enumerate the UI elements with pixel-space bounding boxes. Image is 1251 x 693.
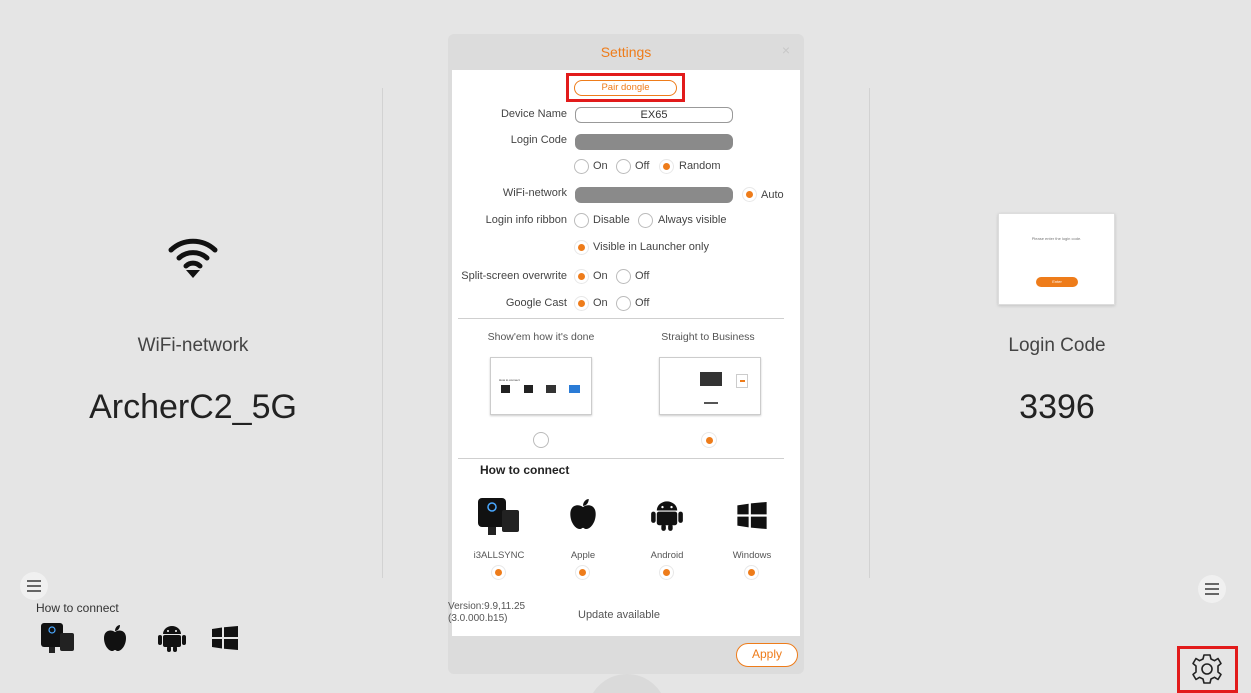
login-code-off-radio[interactable] <box>616 159 631 174</box>
apple-radio[interactable] <box>575 565 590 580</box>
wifi-network-input[interactable] <box>575 187 733 203</box>
divider-1 <box>458 318 784 319</box>
preview-left-radio[interactable] <box>533 432 549 448</box>
preview-left-title: Show'em how it's done <box>487 331 595 343</box>
cast-on-label: On <box>593 297 608 309</box>
how-to-connect-title: How to connect <box>480 463 570 477</box>
ribbon-launcher-radio[interactable] <box>574 240 589 255</box>
bottom-drawer-handle[interactable] <box>587 674 667 693</box>
preview-right-radio[interactable] <box>701 432 717 448</box>
left-menu-button[interactable] <box>20 572 48 600</box>
right-menu-button[interactable] <box>1198 575 1226 603</box>
wifi-icon <box>168 236 218 285</box>
login-screen-thumbnail: Please enter the login code. Enter <box>998 213 1115 305</box>
wifi-network-label: WiFi-network <box>137 335 249 356</box>
split-off-radio[interactable] <box>616 269 631 284</box>
split-on-label: On <box>593 270 608 282</box>
apply-button[interactable]: Apply <box>736 643 798 667</box>
android-radio[interactable] <box>659 565 674 580</box>
login-thumb-prompt: Please enter the login code. <box>1031 236 1082 241</box>
login-code-off-label: Off <box>635 160 650 172</box>
login-code-on-radio[interactable] <box>574 159 589 174</box>
device-name-label: Device Name <box>500 108 567 120</box>
wifi-setting-label: WiFi-network <box>502 187 567 199</box>
cast-off-label: Off <box>635 297 650 309</box>
left-divider <box>382 88 383 578</box>
cast-on-radio[interactable] <box>574 296 589 311</box>
preview-left-thumbnail[interactable]: How to connect <box>490 357 592 415</box>
ribbon-always-radio[interactable] <box>638 213 653 228</box>
login-code-value: 3396 <box>1019 388 1095 426</box>
pair-dongle-button[interactable]: Pair dongle <box>574 80 677 96</box>
ribbon-disable-radio[interactable] <box>574 213 589 228</box>
wifi-network-value: ArcherC2_5G <box>89 388 297 426</box>
right-divider <box>869 88 870 578</box>
login-thumb-enter-button: Enter <box>1036 277 1078 287</box>
login-code-random-label: Random <box>679 160 721 172</box>
version-line-1: Version:9.9,11.25 <box>448 601 526 612</box>
update-available-text[interactable]: Update available <box>578 609 660 621</box>
windows-radio[interactable] <box>744 565 759 580</box>
login-code-on-label: On <box>593 160 608 172</box>
ribbon-launcher-label: Visible in Launcher only <box>593 241 709 253</box>
android-option-icon[interactable] <box>650 497 684 538</box>
i3allsync-label: i3ALLSYNC <box>473 550 525 561</box>
cast-off-radio[interactable] <box>616 296 631 311</box>
preview-right-title: Straight to Business <box>661 331 755 343</box>
windows-label: Windows <box>732 550 772 561</box>
windows-option-icon[interactable] <box>737 502 767 534</box>
preview-right-thumbnail[interactable] <box>659 357 761 415</box>
version-text: Version:9.9,11.25 (3.0.000.b15) <box>448 601 525 625</box>
divider-2 <box>458 458 784 459</box>
wifi-auto-label: Auto <box>761 189 784 201</box>
ribbon-label: Login info ribbon <box>485 214 567 226</box>
login-code-input[interactable] <box>575 134 733 150</box>
windows-icon[interactable] <box>212 626 238 655</box>
login-code-random-radio[interactable] <box>659 159 674 174</box>
android-icon[interactable] <box>157 623 187 658</box>
split-off-label: Off <box>635 270 650 282</box>
i3allsync-option-icon[interactable] <box>477 496 521 543</box>
google-cast-label: Google Cast <box>505 297 567 309</box>
how-to-connect-label: How to connect <box>36 601 119 615</box>
apple-option-icon[interactable] <box>568 497 598 536</box>
split-on-radio[interactable] <box>574 269 589 284</box>
i3allsync-radio[interactable] <box>491 565 506 580</box>
gear-icon[interactable] <box>1190 652 1224 691</box>
apple-label: Apple <box>570 550 596 561</box>
i3allsync-icon[interactable] <box>40 621 76 662</box>
settings-title: Settings <box>600 44 652 60</box>
ribbon-disable-label: Disable <box>593 214 630 226</box>
login-code-setting-label: Login Code <box>510 134 567 146</box>
split-screen-label: Split-screen overwrite <box>461 270 567 282</box>
version-line-2: (3.0.000.b15) <box>448 613 508 624</box>
close-icon[interactable]: × <box>782 42 790 58</box>
login-code-label: Login Code <box>1008 335 1106 356</box>
wifi-auto-radio[interactable] <box>742 187 757 202</box>
ribbon-always-label: Always visible <box>658 214 727 226</box>
device-name-input[interactable]: EX65 <box>575 107 733 123</box>
android-label: Android <box>650 550 684 561</box>
apple-icon[interactable] <box>102 624 128 657</box>
